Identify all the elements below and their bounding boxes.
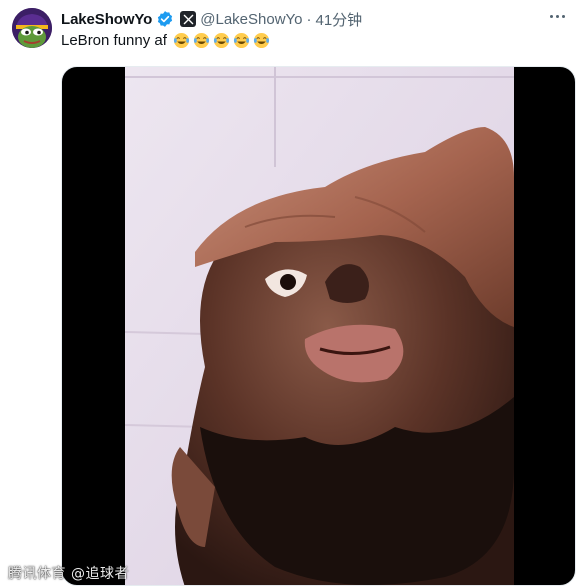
tears-of-joy-emoji-icon	[173, 32, 189, 49]
video-frame[interactable]	[125, 67, 514, 585]
tweet-card[interactable]: LakeShowYo @LakeShowYo · 41分钟 LeBron fun…	[0, 0, 583, 588]
more-dot	[555, 14, 559, 18]
watermark-text: 腾讯体育 @追球者	[8, 566, 129, 582]
tears-of-joy-emoji-icon	[233, 32, 249, 49]
separator-dot: ·	[306, 10, 312, 28]
user-avatar[interactable]	[12, 8, 52, 48]
user-handle[interactable]: @LakeShowYo	[200, 11, 302, 28]
more-options-button[interactable]	[545, 4, 569, 28]
tears-of-joy-emoji-icon	[193, 32, 209, 49]
tweet-header: LakeShowYo @LakeShowYo · 41分钟	[61, 9, 571, 29]
tweet-video[interactable]	[61, 66, 576, 586]
pepe-frog-avatar-icon	[12, 8, 52, 48]
emoji-row	[173, 32, 270, 49]
tweet-body: LeBron funny af	[61, 32, 270, 49]
video-still-image	[125, 67, 514, 585]
display-name[interactable]: LakeShowYo	[61, 11, 152, 28]
x-logo-icon	[180, 11, 197, 27]
tears-of-joy-emoji-icon	[253, 32, 269, 49]
tears-of-joy-emoji-icon	[213, 32, 229, 49]
tweet-text: LeBron funny af	[61, 32, 167, 49]
more-dot	[549, 14, 553, 18]
verified-badge-icon[interactable]	[156, 10, 174, 28]
more-dot	[561, 14, 565, 18]
timestamp[interactable]: 41分钟	[316, 9, 363, 30]
